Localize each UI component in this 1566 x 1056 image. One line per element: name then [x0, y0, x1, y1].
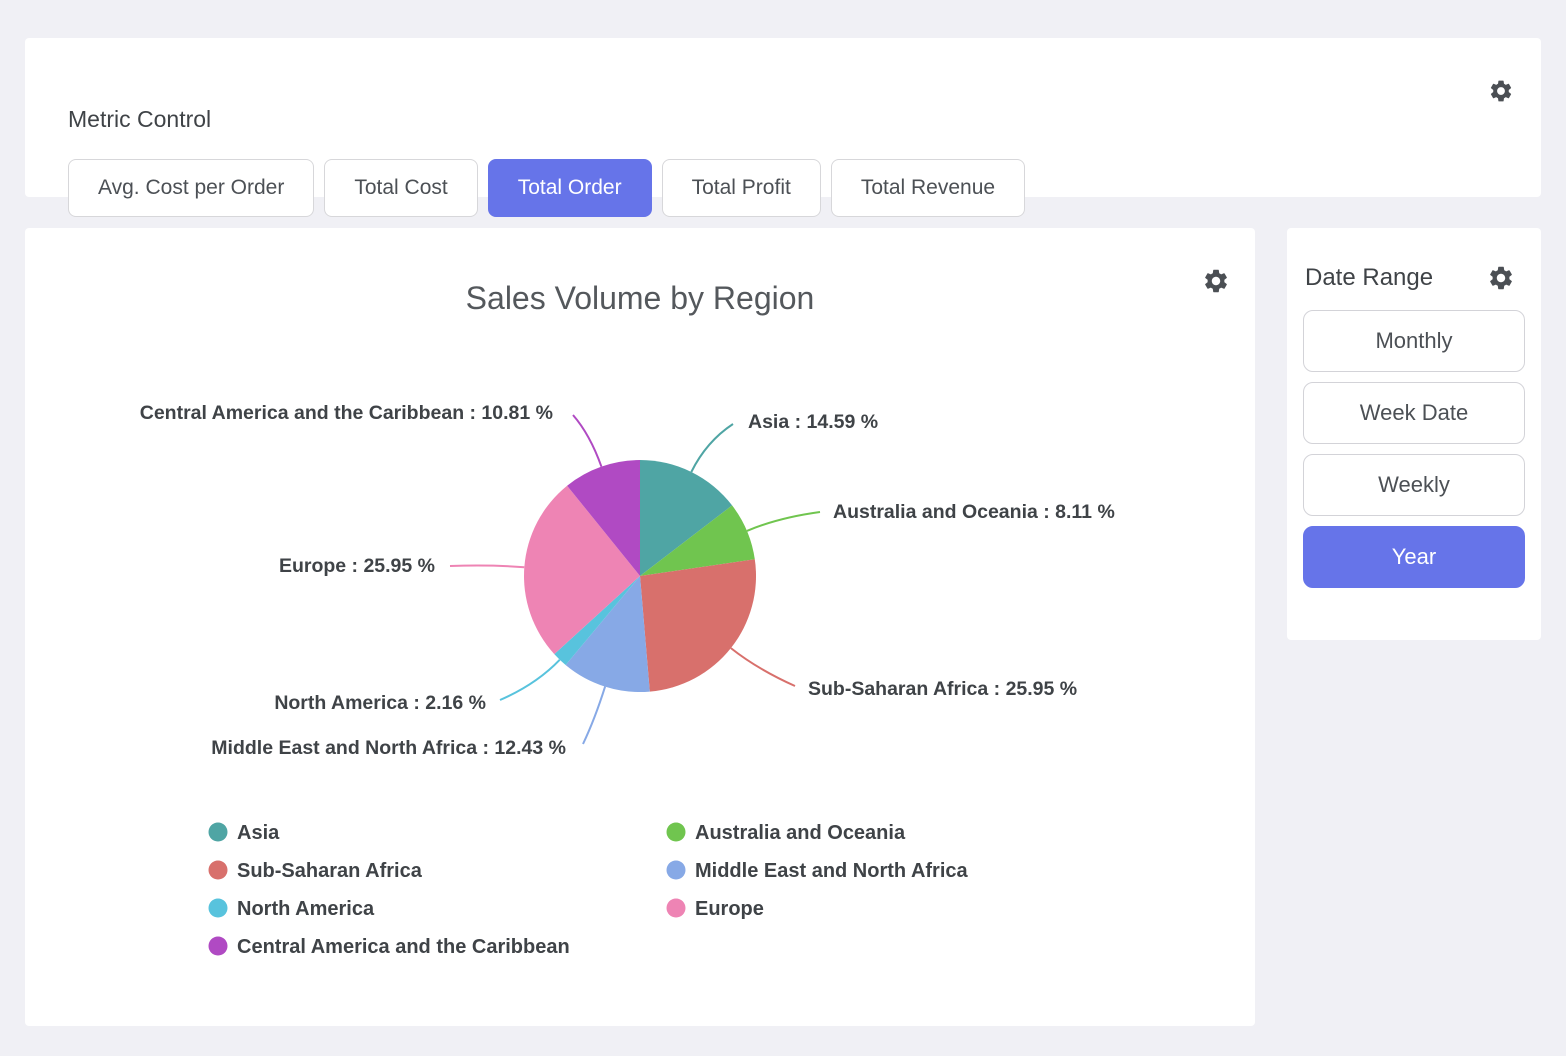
legend-item-middle-east-and-north-africa[interactable]: Middle East and North Africa: [667, 860, 969, 882]
metric-button-avg-cost-per-order[interactable]: Avg. Cost per Order: [68, 159, 314, 217]
legend-item-australia-and-oceania[interactable]: Australia and Oceania: [667, 822, 906, 844]
pie-label-line-sub-saharan-africa: [731, 648, 795, 686]
legend-label-sub-saharan-africa: Sub-Saharan Africa: [237, 860, 423, 882]
pie-label-line-europe: [450, 566, 524, 568]
legend-item-central-america-and-the-caribbean[interactable]: Central America and the Caribbean: [209, 936, 570, 958]
date-range-button-monthly[interactable]: Monthly: [1303, 310, 1525, 372]
pie-label-line-north-america: [500, 660, 560, 700]
pie-label-line-asia: [691, 424, 733, 472]
legend-dot-north-america: [209, 899, 228, 918]
metric-button-total-profit[interactable]: Total Profit: [662, 159, 821, 217]
metric-button-total-revenue[interactable]: Total Revenue: [831, 159, 1025, 217]
date-range-button-week-date[interactable]: Week Date: [1303, 382, 1525, 444]
date-range-settings-gear-icon[interactable]: [1487, 264, 1515, 292]
date-range-button-weekly[interactable]: Weekly: [1303, 454, 1525, 516]
metric-button-group: Avg. Cost per OrderTotal CostTotal Order…: [68, 159, 1025, 217]
legend-dot-australia-and-oceania: [667, 823, 686, 842]
legend-label-australia-and-oceania: Australia and Oceania: [695, 822, 906, 844]
pie-label-australia-and-oceania: Australia and Oceania : 8.11 %: [833, 501, 1115, 523]
metric-settings-gear-icon[interactable]: [1488, 78, 1514, 104]
legend-label-asia: Asia: [237, 822, 280, 844]
metric-button-total-cost[interactable]: Total Cost: [324, 159, 477, 217]
date-range-button-year[interactable]: Year: [1303, 526, 1525, 588]
legend-dot-middle-east-and-north-africa: [667, 861, 686, 880]
pie-label-europe: Europe : 25.95 %: [279, 555, 435, 577]
metric-button-total-order[interactable]: Total Order: [488, 159, 652, 217]
dashboard-page: Metric Control Avg. Cost per OrderTotal …: [0, 0, 1566, 1056]
pie-label-central-america-and-the-caribbean: Central America and the Caribbean : 10.8…: [140, 402, 553, 424]
pie-label-line-central-america-and-the-caribbean: [573, 415, 601, 467]
pie-label-north-america: North America : 2.16 %: [274, 692, 486, 714]
pie-label-asia: Asia : 14.59 %: [748, 411, 878, 433]
legend-dot-asia: [209, 823, 228, 842]
legend-item-north-america[interactable]: North America: [209, 898, 375, 920]
metric-control-title: Metric Control: [68, 106, 211, 133]
legend-dot-europe: [667, 899, 686, 918]
pie-label-line-australia-and-oceania: [747, 512, 820, 531]
legend-item-asia[interactable]: Asia: [209, 822, 281, 844]
date-range-panel: Date Range Monthly Week Date Weekly Year: [1287, 228, 1541, 640]
legend-item-europe[interactable]: Europe: [667, 898, 764, 920]
pie-chart: Asia : 14.59 % Asia Australia and Oceania …: [25, 228, 1255, 1026]
legend-label-central-america-and-the-caribbean: Central America and the Caribbean: [237, 936, 570, 958]
metric-control-panel: Metric Control Avg. Cost per OrderTotal …: [25, 38, 1541, 197]
date-range-title: Date Range: [1305, 264, 1433, 292]
legend-label-north-america: North America: [237, 898, 375, 920]
date-range-button-group: Monthly Week Date Weekly Year: [1303, 310, 1525, 588]
pie-label-middle-east-and-north-africa: Middle East and North Africa : 12.43 %: [211, 737, 566, 759]
chart-panel: Sales Volume by Region Asia : 14.59 %Asi…: [25, 228, 1255, 1026]
pie-label-line-middle-east-and-north-africa: [583, 687, 605, 744]
legend-item-sub-saharan-africa[interactable]: Sub-Saharan Africa: [209, 860, 423, 882]
legend-label-middle-east-and-north-africa: Middle East and North Africa: [695, 860, 969, 882]
pie-label-sub-saharan-africa: Sub-Saharan Africa : 25.95 %: [808, 678, 1077, 700]
date-range-header: Date Range: [1305, 264, 1515, 292]
legend-dot-central-america-and-the-caribbean: [209, 937, 228, 956]
legend-dot-sub-saharan-africa: [209, 861, 228, 880]
pie-slice-sub-saharan-africa[interactable]: [640, 559, 756, 691]
legend-label-europe: Europe: [695, 898, 764, 920]
